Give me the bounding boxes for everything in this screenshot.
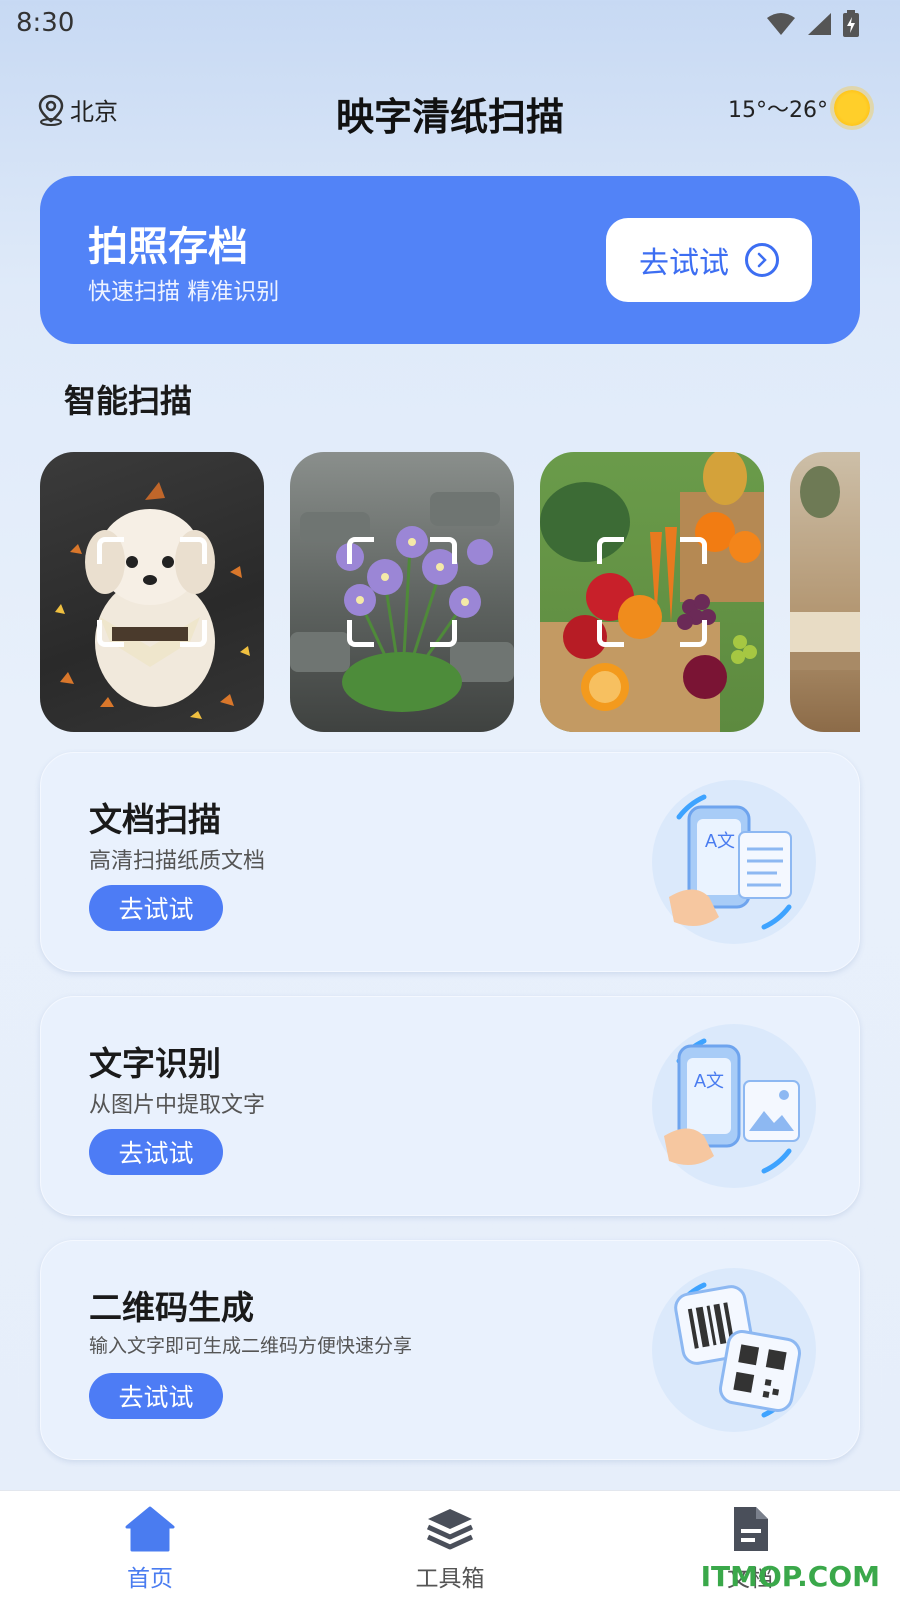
feature-title: 文档扫描	[89, 800, 221, 839]
document-icon	[734, 1507, 768, 1551]
feature-subtitle: 输入文字即可生成二维码方便快速分享	[89, 1335, 413, 1357]
photo-archive-banner: 拍照存档 快速扫描 精准识别 去试试	[40, 176, 860, 344]
scan-sample-vegetables[interactable]	[540, 452, 764, 732]
document-scan-try-button[interactable]: 去试试	[89, 885, 223, 931]
qr-code-illustration-icon	[652, 1268, 816, 1432]
home-icon	[125, 1506, 175, 1552]
layers-icon	[426, 1509, 474, 1550]
smart-scan-gallery	[40, 452, 860, 732]
qr-generate-try-button[interactable]: 去试试	[89, 1373, 223, 1419]
svg-text:A文: A文	[705, 831, 735, 851]
scan-frame	[597, 537, 707, 647]
scan-sample-dog[interactable]	[40, 452, 264, 732]
scan-frame	[97, 537, 207, 647]
wifi-icon	[767, 13, 795, 35]
scan-sample-book[interactable]	[790, 452, 860, 732]
status-bar: 8:30	[0, 0, 900, 50]
sun-icon	[834, 90, 870, 126]
text-recognition-try-button[interactable]: 去试试	[89, 1129, 223, 1175]
svg-text:A文: A文	[694, 1071, 724, 1091]
battery-icon	[843, 10, 859, 37]
nav-item-toolbox[interactable]: 工具箱	[380, 1505, 520, 1593]
feature-title: 文字识别	[89, 1044, 221, 1083]
feature-subtitle: 高清扫描纸质文档	[89, 849, 266, 874]
banner-title: 拍照存档	[88, 224, 248, 270]
scan-frame	[347, 537, 457, 647]
nav-label-toolbox: 工具箱	[415, 1566, 485, 1592]
header: 北京 映字清纸扫描 15°～26°	[0, 80, 900, 140]
feature-card-qr-generate[interactable]: 二维码生成 输入文字即可生成二维码方便快速分享 去试试	[40, 1240, 860, 1460]
status-icons	[766, 10, 860, 38]
banner-try-button[interactable]: 去试试	[606, 218, 812, 302]
temperature-range: 15°～26°	[728, 98, 828, 123]
document-scan-illustration-icon: A文	[652, 780, 816, 944]
banner-subtitle: 快速扫描 精准识别	[88, 279, 280, 305]
nav-label-home: 首页	[127, 1566, 173, 1592]
book-photo	[790, 466, 860, 670]
signal-icon	[808, 13, 831, 35]
feature-subtitle: 从图片中提取文字	[89, 1093, 266, 1118]
feature-title: 二维码生成	[89, 1288, 254, 1327]
banner-try-label: 去试试	[639, 246, 729, 281]
nav-item-home[interactable]: 首页	[80, 1505, 220, 1593]
feature-card-document-scan[interactable]: 文档扫描 高清扫描纸质文档 去试试 A文	[40, 752, 860, 972]
smart-scan-title: 智能扫描	[64, 382, 193, 420]
text-recognition-illustration-icon: A文	[652, 1024, 816, 1188]
weather-widget: 15°～26°	[728, 90, 870, 126]
feature-card-text-recognition[interactable]: 文字识别 从图片中提取文字 去试试 A文	[40, 996, 860, 1216]
scan-sample-flower[interactable]	[290, 452, 514, 732]
chevron-right-circle-icon	[745, 243, 779, 277]
watermark: ITMOP.COM	[700, 1560, 880, 1593]
status-time: 8:30	[16, 8, 75, 38]
